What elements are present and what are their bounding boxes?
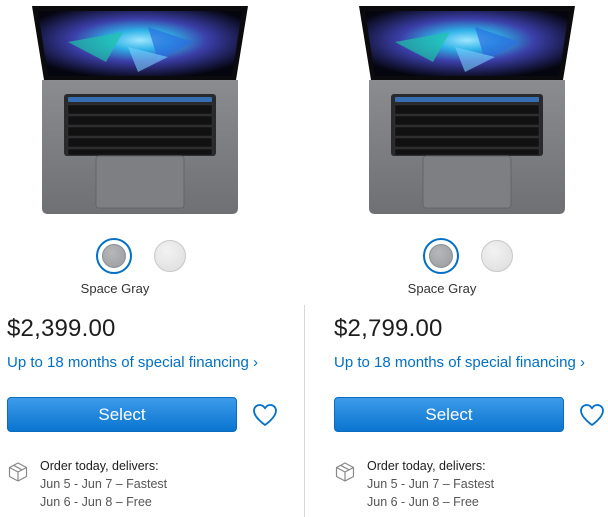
product-image (28, 2, 252, 216)
swatch-silver[interactable] (152, 238, 188, 274)
select-button[interactable]: Select (7, 397, 237, 432)
delivery-info: Order today, delivers: Jun 5 - Jun 7 – F… (40, 457, 167, 511)
swatch-silver[interactable] (479, 238, 515, 274)
heart-icon[interactable] (252, 403, 278, 427)
color-label: Space Gray (407, 281, 477, 296)
product-image (355, 2, 579, 216)
swatch-space-gray[interactable] (96, 238, 132, 274)
financing-link[interactable]: Up to 18 months of special financing › (7, 354, 258, 371)
box-icon (335, 462, 355, 482)
price: $2,799.00 (334, 315, 443, 342)
color-label: Space Gray (80, 281, 150, 296)
color-swatches (96, 238, 192, 274)
delivery-heading: Order today, delivers: (367, 459, 486, 473)
delivery-option-fastest: Jun 5 - Jun 7 – Fastest (367, 477, 495, 491)
financing-link[interactable]: Up to 18 months of special financing › (334, 354, 585, 371)
product-card-2: Space Gray $2,799.00 Up to 18 months of … (327, 0, 608, 517)
price: $2,399.00 (7, 315, 116, 342)
delivery-info: Order today, delivers: Jun 5 - Jun 7 – F… (367, 457, 494, 511)
heart-icon[interactable] (579, 403, 605, 427)
color-swatches (423, 238, 519, 274)
box-icon (8, 462, 28, 482)
product-card-1: Space Gray $2,399.00 Up to 18 months of … (0, 0, 304, 517)
delivery-option-free: Jun 6 - Jun 8 – Free (40, 495, 152, 509)
delivery-option-free: Jun 6 - Jun 8 – Free (367, 495, 479, 509)
delivery-heading: Order today, delivers: (40, 459, 159, 473)
column-divider (304, 305, 305, 517)
delivery-option-fastest: Jun 5 - Jun 7 – Fastest (40, 477, 168, 491)
swatch-space-gray[interactable] (423, 238, 459, 274)
select-button[interactable]: Select (334, 397, 564, 432)
